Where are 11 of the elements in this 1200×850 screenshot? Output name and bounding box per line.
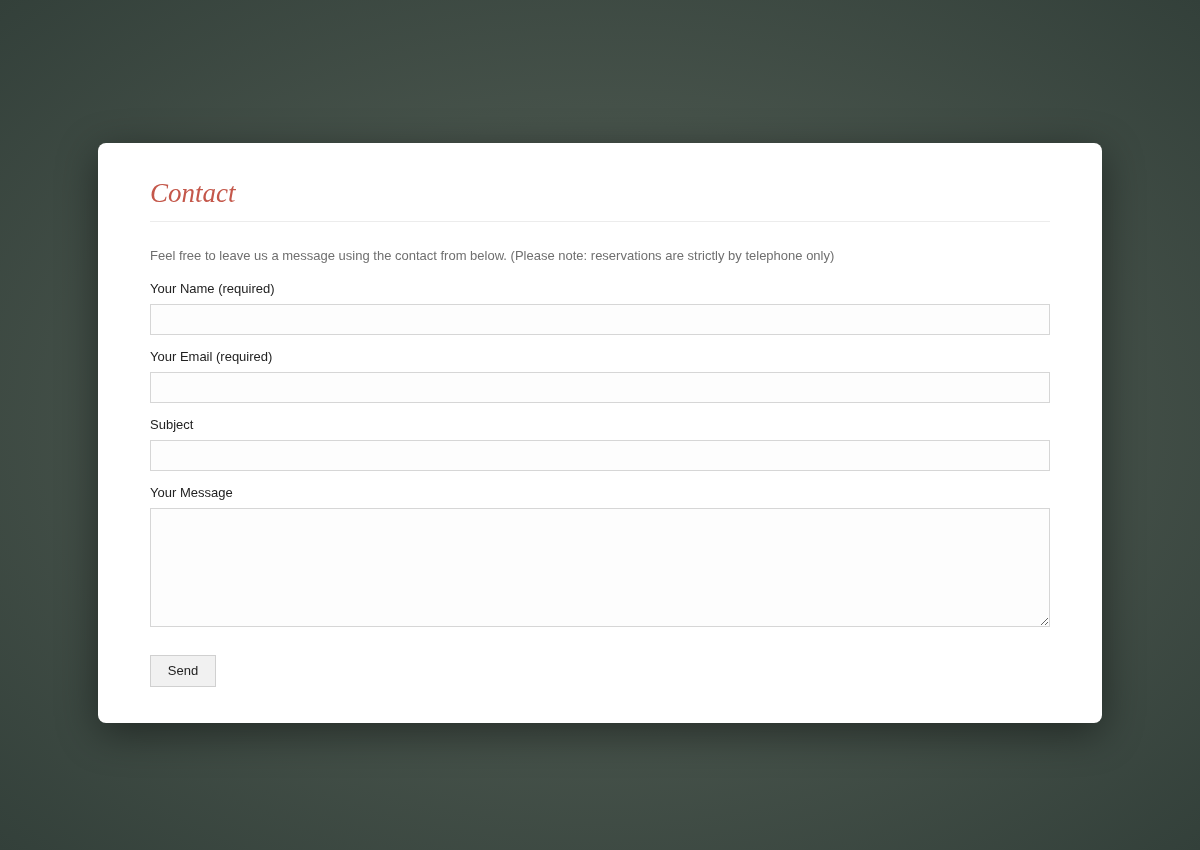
field-label: Your Message [150,484,233,502]
field-label: Your Email (required) [150,348,273,366]
intro-text: Feel free to leave us a message using the contact from below. (Please note: reservations are strictly by telephone only) [150,247,836,265]
field-label: Your Name (required) [150,280,275,298]
message-field[interactable] [150,508,1050,627]
page-title: Contact [150,176,1050,222]
send-button[interactable]: Send [150,655,216,687]
input-field[interactable] [150,372,1050,403]
input-field[interactable] [150,304,1050,335]
field-label: Subject [150,416,194,434]
input-field[interactable] [150,440,1050,471]
